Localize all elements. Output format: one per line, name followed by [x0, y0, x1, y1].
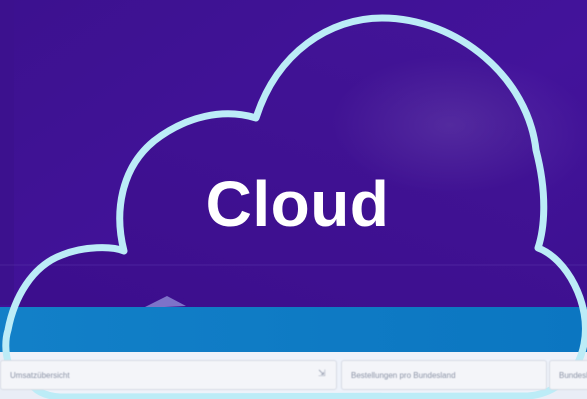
cloud-title: Cloud: [205, 168, 390, 240]
panel-title: Bundesla: [559, 371, 587, 380]
panel-title: Umsatzübersicht: [10, 371, 70, 380]
dashboard-panel-region: Bundesla: [549, 360, 587, 390]
export-icon[interactable]: ⇲: [318, 368, 332, 381]
cloud-banner: Umsatzübersicht ⇲ Bestellungen pro Bunde…: [0, 0, 587, 399]
dashboard-panel-orders: Bestellungen pro Bundesland: [341, 360, 547, 390]
panel-title: Bestellungen pro Bundesland: [351, 371, 456, 380]
dashboard-panel-sales: Umsatzübersicht: [0, 360, 337, 390]
